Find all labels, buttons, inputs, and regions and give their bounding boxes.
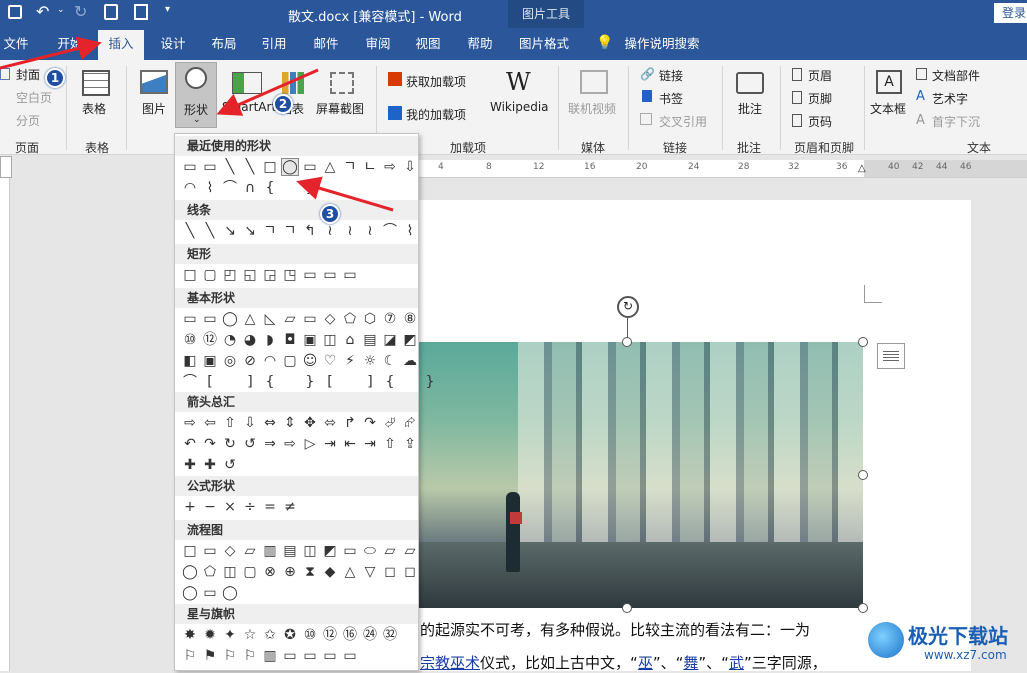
step-badge-3: 3 [320, 204, 340, 224]
annotation-arrow-2 [216, 68, 319, 116]
annotation-arrow-1 [0, 36, 102, 70]
step-badge-2: 2 [273, 94, 293, 114]
step-badge-1: 1 [45, 68, 65, 88]
watermark: 极光下载站 www.xz7.com [868, 618, 1024, 668]
annotation-arrows [0, 36, 394, 212]
watermark-logo-icon [868, 622, 904, 658]
watermark-brand: 极光下载站 [908, 624, 1008, 648]
annotation-arrow-3 [296, 176, 394, 212]
watermark-url: www.xz7.com [924, 648, 1007, 662]
